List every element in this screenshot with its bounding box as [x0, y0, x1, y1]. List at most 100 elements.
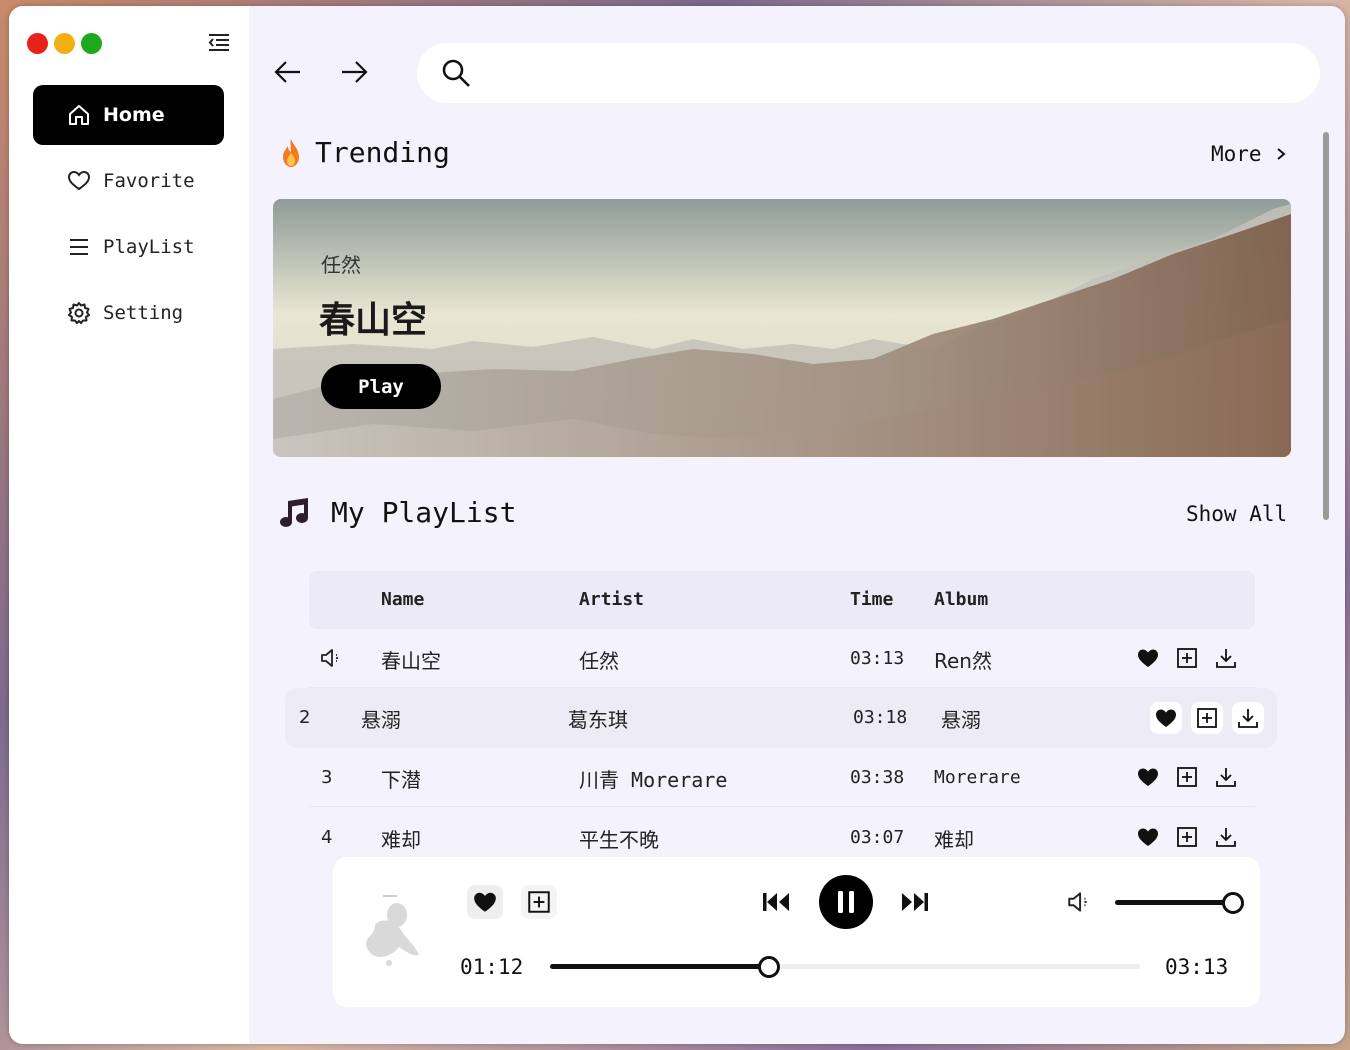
- table-row[interactable]: 春山空 任然 03:13 Ren然: [309, 629, 1255, 688]
- song-artist: 川青 Morerare: [579, 768, 728, 792]
- show-all-label: Show All: [1186, 502, 1288, 526]
- song-time: 03:07: [850, 827, 905, 848]
- sidebar-item-home[interactable]: Home: [33, 85, 224, 145]
- column-artist: Artist: [579, 589, 645, 610]
- add-to-playlist-button[interactable]: [521, 885, 557, 919]
- forward-button[interactable]: [339, 59, 369, 85]
- download-icon[interactable]: [1214, 825, 1238, 849]
- next-track-button[interactable]: [900, 888, 930, 916]
- arrow-right-icon: [342, 61, 368, 83]
- sidebar-item-label: Home: [103, 104, 165, 126]
- sidebar-item-label: PlayList: [103, 236, 195, 258]
- song-album: Morerare: [934, 767, 1021, 788]
- favorite-button[interactable]: [467, 885, 503, 919]
- home-icon: [69, 105, 89, 125]
- elapsed-time: 01:12: [460, 955, 524, 979]
- song-name: 难却: [381, 828, 421, 852]
- column-name: Name: [381, 589, 425, 610]
- add-to-playlist-icon[interactable]: [1175, 646, 1199, 670]
- skip-back-icon: [763, 893, 789, 911]
- volume-button[interactable]: [1065, 889, 1093, 915]
- song-album: 难却: [934, 828, 974, 852]
- favorite-icon[interactable]: [1136, 825, 1160, 849]
- song-name: 春山空: [381, 649, 441, 673]
- playlist-table: Name Artist Time Album 春山空 任然 03:13 Ren然…: [285, 571, 1277, 852]
- speaker-icon: [321, 649, 338, 667]
- playlist-title: My PlayList: [331, 496, 517, 529]
- download-icon[interactable]: [1232, 702, 1264, 734]
- search-input[interactable]: [487, 53, 1291, 95]
- previous-track-button[interactable]: [761, 888, 791, 916]
- banner-song-title: 春山空: [319, 300, 428, 341]
- song-time: 03:13: [850, 648, 905, 669]
- flame-icon: [283, 138, 299, 167]
- playlist-header: My PlayList: [279, 496, 516, 529]
- sidebar-item-favorite[interactable]: Favorite: [33, 151, 224, 211]
- menu-collapse-icon[interactable]: [206, 30, 232, 56]
- song-time: 03:38: [850, 767, 905, 788]
- trending-header: Trending: [279, 136, 450, 169]
- speaker-icon: [1068, 892, 1087, 912]
- more-link[interactable]: More: [1211, 142, 1288, 166]
- album-cover[interactable]: [355, 885, 425, 975]
- show-all-link[interactable]: Show All: [1186, 502, 1287, 526]
- trending-banner[interactable]: 任然 春山空 Play: [273, 199, 1291, 457]
- progress-fill: [550, 964, 770, 969]
- table-row[interactable]: 2 悬溺 葛东琪 03:18 悬溺: [285, 688, 1277, 748]
- heart-outline-icon: [67, 170, 91, 191]
- sidebar-item-label: Favorite: [103, 170, 195, 192]
- sidebar-nav: Home Favorite PlayList Setting: [33, 85, 224, 349]
- song-album: 悬溺: [941, 708, 981, 732]
- song-index: 4: [321, 827, 333, 848]
- song-index: 3: [321, 767, 333, 788]
- total-duration: 03:13: [1165, 955, 1229, 979]
- gear-icon: [68, 302, 90, 324]
- sidebar: Home Favorite PlayList Setting: [9, 6, 249, 1044]
- song-album: Ren然: [934, 649, 992, 673]
- favorite-icon[interactable]: [1150, 702, 1182, 734]
- back-button[interactable]: [273, 59, 303, 85]
- close-window-button[interactable]: [27, 33, 48, 54]
- main-content: Trending More 任然 春山空 Play My PlayList Sh…: [249, 6, 1345, 1044]
- banner-artist: 任然: [321, 253, 361, 277]
- arrow-left-icon: [274, 61, 300, 83]
- maximize-window-button[interactable]: [81, 33, 102, 54]
- progress-bar[interactable]: [550, 964, 1140, 969]
- add-to-playlist-icon: [528, 891, 550, 913]
- song-artist: 任然: [579, 649, 619, 673]
- column-album: Album: [934, 589, 989, 610]
- music-note-icon: [280, 497, 308, 527]
- song-artist: 葛东琪: [568, 708, 628, 732]
- sidebar-item-playlist[interactable]: PlayList: [33, 217, 224, 277]
- song-time: 03:18: [853, 707, 908, 728]
- favorite-icon[interactable]: [1136, 646, 1160, 670]
- add-to-playlist-icon[interactable]: [1191, 702, 1223, 734]
- add-to-playlist-icon[interactable]: [1175, 765, 1199, 789]
- download-icon[interactable]: [1214, 765, 1238, 789]
- volume-slider[interactable]: [1115, 900, 1233, 905]
- heart-filled-icon: [474, 892, 496, 912]
- song-artist: 平生不晚: [579, 828, 659, 852]
- table-row[interactable]: 3 下潜 川青 Morerare 03:38 Morerare: [309, 748, 1255, 807]
- sidebar-item-label: Setting: [103, 302, 184, 324]
- song-index: 2: [299, 707, 311, 728]
- window-controls: [27, 33, 102, 54]
- sidebar-item-setting[interactable]: Setting: [33, 283, 224, 343]
- skip-forward-icon: [902, 893, 928, 911]
- scrollbar[interactable]: [1323, 132, 1329, 520]
- search-icon[interactable]: [441, 58, 471, 88]
- download-icon[interactable]: [1214, 646, 1238, 670]
- pause-button[interactable]: [819, 875, 873, 929]
- player-bar: 01:12 03:13: [333, 857, 1260, 1007]
- progress-handle[interactable]: [758, 956, 781, 978]
- minimize-window-button[interactable]: [54, 33, 75, 54]
- trending-title: Trending: [315, 136, 450, 169]
- song-name: 悬溺: [361, 708, 401, 732]
- more-label: More: [1211, 142, 1262, 166]
- play-button[interactable]: Play: [321, 364, 441, 409]
- add-to-playlist-icon[interactable]: [1175, 825, 1199, 849]
- app-window: Home Favorite PlayList Setting Trending …: [9, 6, 1345, 1044]
- volume-slider-handle[interactable]: [1222, 892, 1244, 914]
- table-header: Name Artist Time Album: [309, 571, 1255, 629]
- favorite-icon[interactable]: [1136, 765, 1160, 789]
